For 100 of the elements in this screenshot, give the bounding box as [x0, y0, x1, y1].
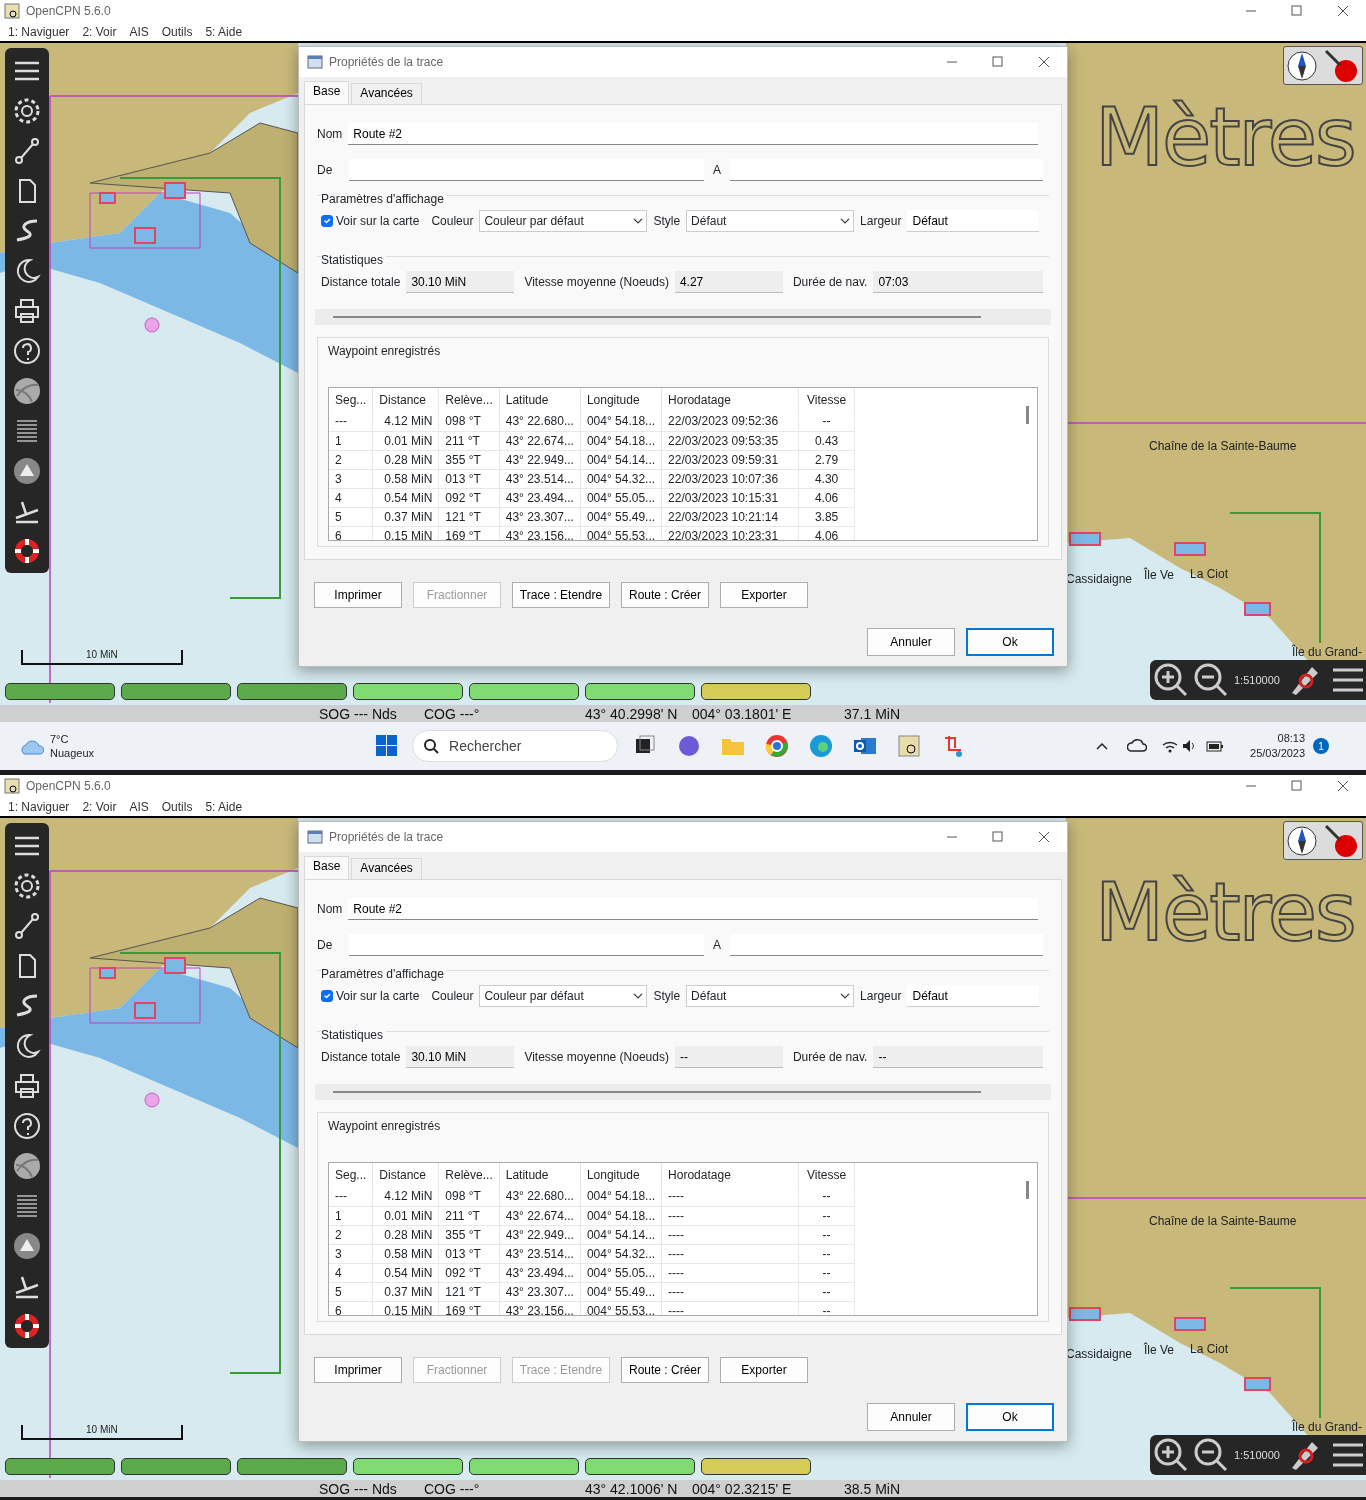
dropdown[interactable]: Couleur par défaut [479, 210, 648, 232]
scrollbar-thumb[interactable] [1026, 406, 1029, 424]
action-button[interactable]: Exporter [720, 582, 808, 608]
browser-icon[interactable] [809, 734, 834, 758]
stat-field[interactable]: -- [674, 1046, 783, 1068]
notification-count[interactable]: 1 [1313, 738, 1330, 754]
width-field[interactable]: Défaut [907, 210, 1040, 232]
help-icon[interactable] [12, 336, 42, 366]
column-header[interactable]: Horodatage [661, 1163, 799, 1187]
tab[interactable]: Base [304, 856, 350, 879]
show-on-chart-checkbox[interactable] [321, 990, 333, 1002]
start-icon[interactable] [376, 735, 399, 757]
help-icon[interactable] [12, 1111, 42, 1141]
route-icon[interactable] [12, 136, 42, 166]
chart-bar-segment[interactable] [5, 683, 115, 700]
print-icon[interactable] [12, 1071, 42, 1101]
dropdown[interactable]: Défaut [686, 985, 855, 1007]
chart-app-icon[interactable] [897, 734, 922, 758]
dropdown[interactable]: Couleur par défaut [479, 985, 648, 1007]
dialog-button[interactable]: Ok [966, 1403, 1054, 1431]
column-header[interactable]: Vitesse [798, 388, 855, 412]
column-header[interactable]: Longitude [580, 388, 662, 412]
column-header[interactable]: Distance [372, 388, 439, 412]
chart-bar-segment[interactable] [469, 683, 579, 700]
tab[interactable]: Avancées [351, 83, 422, 104]
globe-icon[interactable] [12, 376, 42, 406]
column-header[interactable]: Latitude [499, 1163, 581, 1187]
menu-item[interactable]: Outils [161, 22, 193, 41]
to-field[interactable] [730, 159, 1043, 181]
column-header[interactable]: Seg... [329, 388, 373, 412]
width-field[interactable]: Défaut [907, 985, 1040, 1007]
menu-item[interactable]: 5: Aide [205, 22, 243, 41]
action-button[interactable]: Route : Créer [621, 1357, 709, 1383]
chart-bar-segment[interactable] [353, 1458, 463, 1475]
show-on-chart-checkbox[interactable] [321, 215, 333, 227]
action-button[interactable]: Exporter [720, 1357, 808, 1383]
stat-field[interactable]: 07:03 [873, 271, 1043, 293]
action-button[interactable]: Imprimer [314, 1357, 402, 1383]
zoom-in-icon[interactable] [1154, 1438, 1188, 1472]
globe-icon[interactable] [12, 1151, 42, 1181]
menu-item[interactable]: 2: Voir [82, 22, 117, 41]
chart-bar-segment[interactable] [121, 683, 231, 700]
chart-bar-segment[interactable] [469, 1458, 579, 1475]
lifebuoy-icon[interactable] [12, 1311, 42, 1341]
route-icon[interactable] [12, 911, 42, 941]
column-header[interactable]: Vitesse [798, 1163, 855, 1187]
column-header[interactable]: Horodatage [661, 388, 799, 412]
zoom-in-icon[interactable] [1154, 663, 1188, 697]
ais-target-icon[interactable] [12, 456, 42, 486]
menu-item[interactable]: 2: Voir [82, 797, 117, 816]
menu-item[interactable]: 1: Naviguer [8, 797, 70, 816]
zoom-out-icon[interactable] [1194, 1438, 1228, 1472]
menu-item[interactable]: AIS [129, 797, 149, 816]
column-header[interactable]: Seg... [329, 1163, 373, 1187]
from-field[interactable] [349, 934, 704, 956]
chat-icon[interactable] [677, 734, 702, 758]
column-header[interactable]: Relève... [438, 1163, 500, 1187]
menu-item[interactable]: 5: Aide [205, 797, 243, 816]
action-button[interactable]: Trace : Etendre [512, 582, 610, 608]
zoom-out-icon[interactable] [1194, 663, 1228, 697]
tab[interactable]: Base [304, 81, 350, 104]
tab[interactable]: Avancées [351, 858, 422, 879]
chart-bar-segment[interactable] [353, 683, 463, 700]
column-header[interactable]: Longitude [580, 1163, 662, 1187]
ais-target-icon[interactable] [12, 1231, 42, 1261]
chart-bar-segment[interactable] [237, 683, 347, 700]
stat-field[interactable]: 30.10 MiN [406, 1046, 515, 1068]
from-field[interactable] [349, 159, 704, 181]
menu-item[interactable]: 1: Naviguer [8, 22, 70, 41]
stat-field[interactable]: 30.10 MiN [406, 271, 515, 293]
chart-bar-segment[interactable] [701, 1458, 811, 1475]
settings-icon[interactable] [12, 96, 42, 126]
chart-bar-segment[interactable] [121, 1458, 231, 1475]
clock-time[interactable]: 08:13 [1250, 731, 1306, 746]
chart-bar-segment[interactable] [585, 1458, 695, 1475]
chart-bar-segment[interactable] [237, 1458, 347, 1475]
battery-icon[interactable] [1205, 738, 1226, 754]
column-header[interactable]: Latitude [499, 388, 581, 412]
name-field[interactable]: Route #2 [348, 898, 1039, 920]
stat-field[interactable]: 4.27 [674, 271, 783, 293]
settings-icon[interactable] [12, 871, 42, 901]
print-icon[interactable] [12, 296, 42, 326]
menu-item[interactable]: AIS [129, 22, 149, 41]
clock-date[interactable]: 25/03/2023 [1250, 746, 1306, 761]
column-header[interactable]: Distance [372, 1163, 439, 1187]
dialog-button[interactable]: Ok [966, 628, 1054, 656]
lifebuoy-icon[interactable] [12, 536, 42, 566]
dropdown[interactable]: Défaut [686, 210, 855, 232]
chart-bar-segment[interactable] [585, 683, 695, 700]
action-button[interactable]: Route : Créer [621, 582, 709, 608]
chart-bar-segment[interactable] [701, 683, 811, 700]
dialog-button[interactable]: Annuler [867, 1403, 955, 1431]
chevron-up-icon[interactable] [1095, 740, 1110, 752]
scrollbar-thumb[interactable] [1026, 1181, 1029, 1199]
search-field[interactable]: Rechercher [412, 730, 619, 762]
to-field[interactable] [730, 934, 1043, 956]
menu-item[interactable]: Outils [161, 797, 193, 816]
action-button[interactable]: Imprimer [314, 582, 402, 608]
cloud-icon[interactable] [1127, 737, 1148, 755]
column-header[interactable]: Relève... [438, 388, 500, 412]
